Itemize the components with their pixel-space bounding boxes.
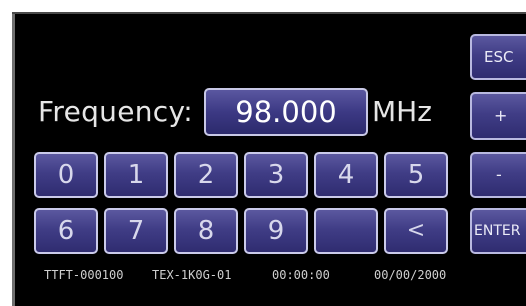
key-8[interactable]: 8 [174,208,238,254]
key-blank[interactable] [314,208,378,254]
minus-button[interactable]: - [470,152,526,198]
key-0[interactable]: 0 [34,152,98,198]
frequency-unit: MHz [372,95,432,128]
key-4[interactable]: 4 [314,152,378,198]
key-3[interactable]: 3 [244,152,308,198]
status-date: 00/00/2000 [374,268,447,282]
status-device-id: TTFT-000100 [44,268,124,282]
frequency-label: Frequency: [38,95,194,128]
status-model: TEX-1K0G-01 [152,268,232,282]
key-2[interactable]: 2 [174,152,238,198]
enter-button[interactable]: ENTER [470,208,526,254]
screen-left-edge [12,12,15,306]
key-1[interactable]: 1 [104,152,168,198]
status-time: 00:00:00 [272,268,330,282]
key-5[interactable]: 5 [384,152,448,198]
key-6[interactable]: 6 [34,208,98,254]
plus-button[interactable]: + [470,92,526,140]
key-7[interactable]: 7 [104,208,168,254]
frequency-value-field[interactable]: 98.000 [204,88,368,136]
esc-button[interactable]: ESC [470,34,526,80]
device-screen: Frequency: 98.000 MHz 0 1 2 3 4 5 6 7 8 … [12,12,526,306]
key-backspace[interactable]: < [384,208,448,254]
screen-top-edge [12,12,526,14]
key-9[interactable]: 9 [244,208,308,254]
